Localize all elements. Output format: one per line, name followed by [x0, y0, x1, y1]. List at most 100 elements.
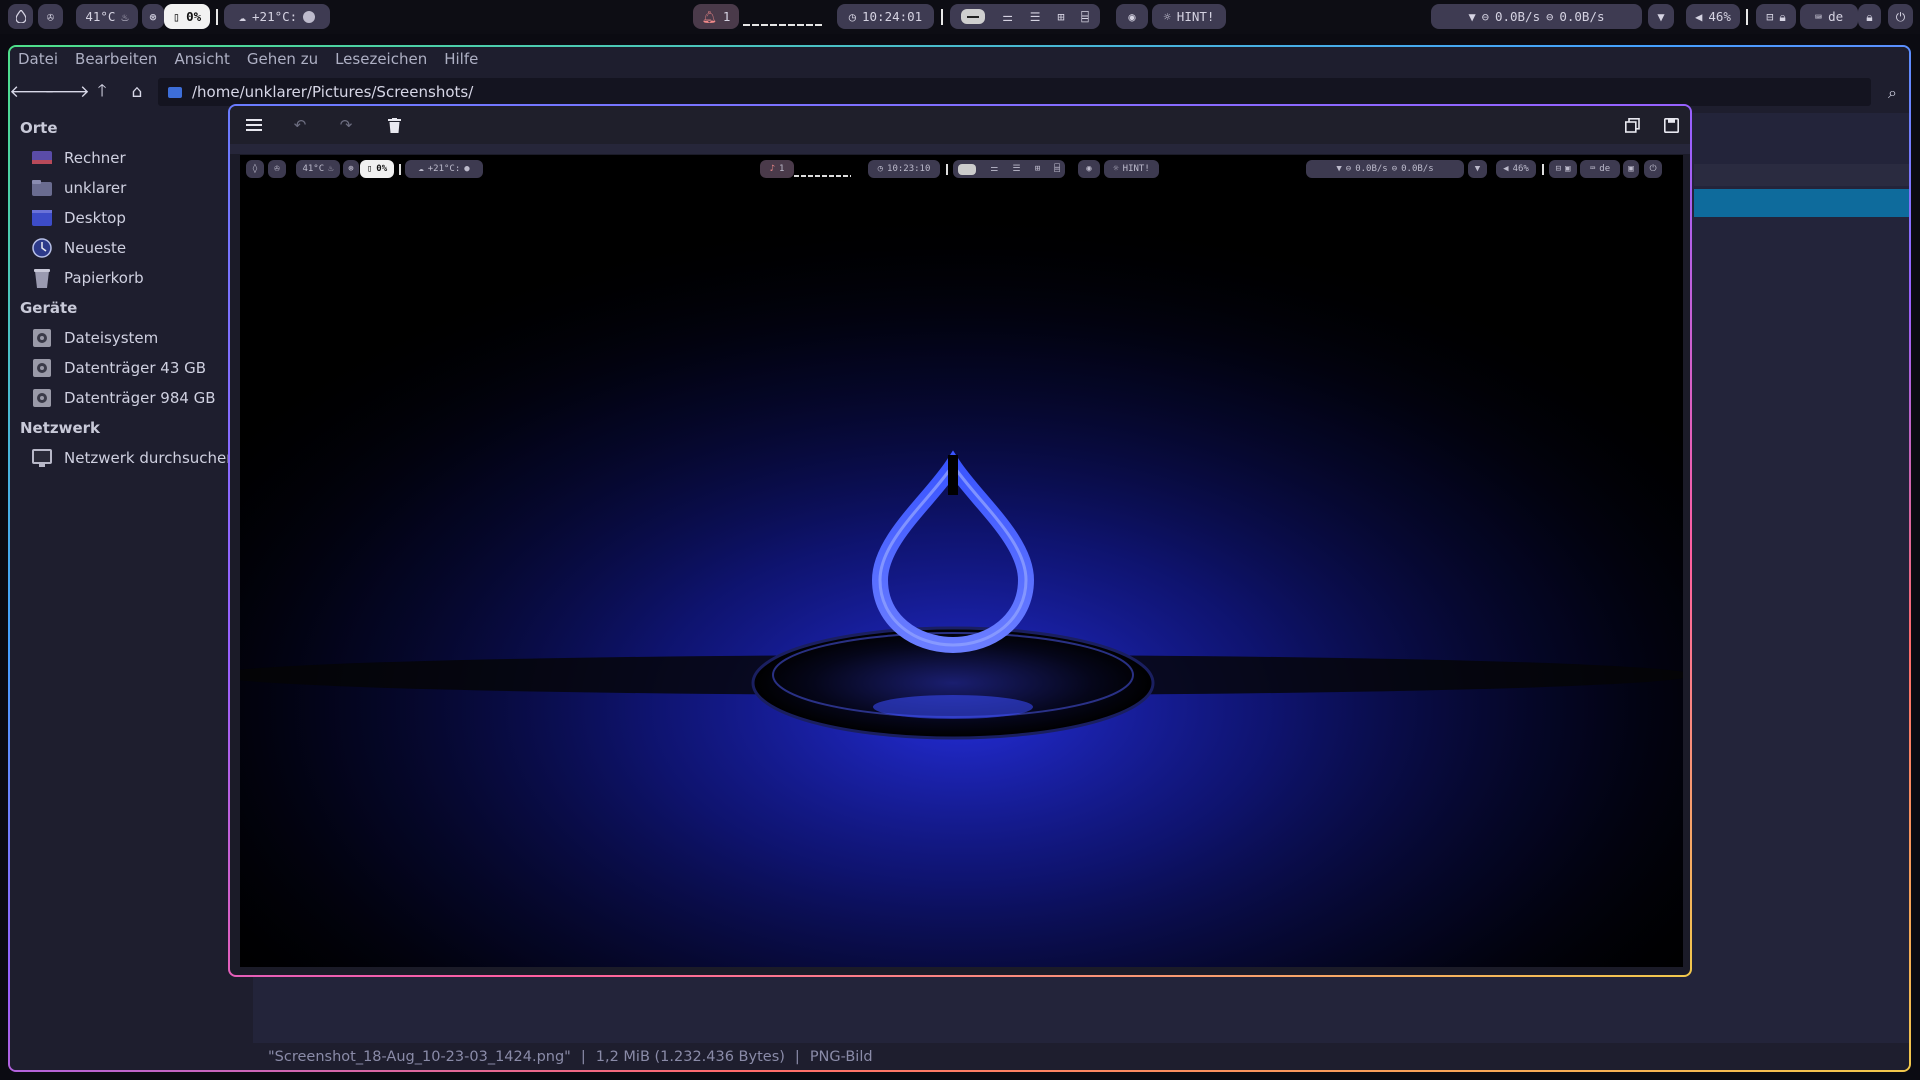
gamepad-icon[interactable]: ✇: [38, 4, 63, 29]
undo-icon[interactable]: ↶: [286, 113, 314, 137]
home-folder-icon: [32, 179, 52, 197]
sidebar-item-rechner[interactable]: Rechner: [10, 143, 253, 173]
layout-switcher[interactable]: ⚌ ☰ ⊞ ⌸: [950, 4, 1100, 29]
sidebar-item-datentraeger-984[interactable]: Datenträger 984 GB: [10, 383, 253, 413]
forward-arrow-icon[interactable]: 🡒: [44, 77, 90, 107]
layout-grid-icon: ⊞: [1034, 164, 1041, 174]
recent-clock-icon: [32, 238, 52, 258]
eye-icon: ◉: [1078, 160, 1100, 178]
kb-layout-value: de: [1828, 9, 1844, 24]
up-arrow-icon[interactable]: 🡑: [85, 77, 119, 107]
notification-count: 1: [722, 9, 731, 24]
screen-lock-icon[interactable]: 🔒︎: [1858, 4, 1881, 29]
tray-lock-widget[interactable]: ⊟ 🔒︎: [1756, 4, 1796, 29]
menu-bearbeiten[interactable]: Bearbeiten: [75, 50, 157, 68]
layout-stack-icon: ⌸: [1054, 164, 1060, 174]
separator: [941, 9, 943, 25]
desktop-icon: [32, 209, 52, 227]
wifi-status-icon[interactable]: ▼: [1648, 4, 1674, 29]
weather-widget[interactable]: ☁ +21°C:: [224, 4, 330, 29]
redo-icon[interactable]: ↷: [332, 113, 360, 137]
hamburger-menu-icon[interactable]: [240, 113, 268, 137]
keyboard-icon: ⌨: [1814, 9, 1823, 24]
clock-widget[interactable]: ◷ 10:24:01: [837, 4, 934, 29]
hint-widget[interactable]: ☼ HINT!: [1152, 4, 1226, 29]
location-bar[interactable]: /home/unklarer/Pictures/Screenshots/: [158, 78, 1871, 106]
network-widget[interactable]: ▼ ⊖ 0.0B/s ⊖ 0.0B/s: [1431, 4, 1642, 29]
sidebar-item-neueste[interactable]: Neueste: [10, 233, 253, 263]
droplet-icon[interactable]: [8, 4, 33, 29]
separator: [399, 164, 401, 175]
layout-rows-icon: ☰: [1012, 164, 1021, 174]
selected-file-row[interactable]: [1694, 189, 1909, 217]
power-icon[interactable]: ⏻: [1888, 4, 1913, 29]
volume-widget[interactable]: ◀ 46%: [1686, 4, 1740, 29]
mini-clock: ◷ 10:23:10: [868, 160, 940, 178]
layout-grid-icon[interactable]: ⊞: [1057, 11, 1064, 23]
mini-hint: ☼ HINT!: [1104, 160, 1159, 178]
keyboard-layout-widget[interactable]: ⌨ de: [1800, 4, 1858, 29]
sidebar-item-label: Netzwerk durchsuchen: [64, 449, 236, 467]
wifi-icon: ▼: [1336, 164, 1342, 174]
status-bar: "Screenshot_18-Aug_10-23-03_1424.png" | …: [10, 1043, 1909, 1070]
mini-weather: ☁ +21°C: ●: [405, 160, 483, 178]
save-icon[interactable]: [1657, 113, 1685, 137]
mini-clock-value: 10:23:10: [887, 164, 931, 174]
search-icon[interactable]: ⌕: [1888, 83, 1897, 103]
sidebar: Orte Rechner unklarer Desktop Neueste Pa…: [10, 113, 253, 1043]
menu-datei[interactable]: Datei: [18, 50, 58, 68]
cpu-temp-widget[interactable]: 41°C ♨: [76, 4, 138, 29]
wallpaper-image: [240, 155, 1683, 967]
layout-stack-icon[interactable]: ⌸: [1081, 11, 1088, 23]
layout-active-icon[interactable]: [961, 9, 986, 24]
sidebar-item-datentraeger-43[interactable]: Datenträger 43 GB: [10, 353, 253, 383]
viewer-toolbar: ↶ ↷: [230, 106, 1690, 144]
sidebar-item-network-browse[interactable]: Netzwerk durchsuchen: [10, 443, 253, 473]
cpu-icon[interactable]: ⊛: [142, 4, 164, 29]
cloud-icon: ☁: [418, 164, 424, 174]
net-down-value: 0.0B/s: [1494, 9, 1541, 24]
flame-icon: ♨: [328, 164, 334, 174]
download-icon: ⊖: [1345, 164, 1352, 174]
notification-widget[interactable]: 🔔︎ 1: [693, 4, 739, 29]
sidebar-item-unklarer[interactable]: unklarer: [10, 173, 253, 203]
cpu-usage-widget[interactable]: ▯ 0%: [164, 4, 210, 29]
layout-rows-icon[interactable]: ☰: [1030, 11, 1041, 23]
mini-weather-value: +21°C:: [427, 164, 461, 174]
menu-bar: Datei Bearbeiten Ansicht Gehen zu Leseze…: [10, 47, 1909, 71]
bell-icon: 🔔︎: [701, 9, 717, 24]
net-up-value: 0.0B/s: [1559, 9, 1605, 24]
sidebar-item-label: unklarer: [64, 179, 127, 197]
eye-icon[interactable]: ◉: [1116, 4, 1148, 29]
location-path[interactable]: /home/unklarer/Pictures/Screenshots/: [192, 83, 473, 101]
bulb-icon: ☼: [1163, 9, 1171, 24]
menu-lesezeichen[interactable]: Lesezeichen: [335, 50, 427, 68]
mini-cpu-usage-value: 0%: [376, 164, 388, 174]
menu-ansicht[interactable]: Ansicht: [174, 50, 229, 68]
layout-active-icon: [958, 163, 977, 175]
copy-icon[interactable]: [1618, 113, 1646, 137]
menu-hilfe[interactable]: Hilfe: [444, 50, 478, 68]
screenshot-preview[interactable]: ◊ ✇ 41°C ♨ ⊛ ▯ 0% ☁ +21°C: ● ♪ 1 ◷ 10:23:10: [240, 155, 1683, 967]
mini-net-up: 0.0B/s: [1401, 164, 1434, 174]
mini-network: ▼ ⊖ 0.0B/s ⊖ 0.0B/s: [1306, 160, 1464, 178]
flame-icon: ♨: [121, 9, 129, 24]
separator: [946, 164, 948, 175]
menu-gehen-zu[interactable]: Gehen zu: [247, 50, 318, 68]
sidebar-item-desktop[interactable]: Desktop: [10, 203, 253, 233]
sidebar-item-dateisystem[interactable]: Dateisystem: [10, 323, 253, 353]
speaker-icon: ◀: [1503, 164, 1509, 174]
home-icon[interactable]: ⌂: [120, 77, 154, 107]
sidebar-item-papierkorb[interactable]: Papierkorb: [10, 263, 253, 293]
mini-volume-value: 46%: [1512, 164, 1529, 174]
delete-trash-icon[interactable]: [380, 113, 408, 137]
sidebar-item-label: Dateisystem: [64, 329, 159, 347]
screenshot-viewer-window: ↶ ↷ ◊ ✇ 41°C ♨ ⊛ ▯ 0% ☁ +21°C: ● ♪ 1 ◷ 1…: [228, 104, 1692, 977]
workspace-indicator: [794, 175, 851, 177]
keyboard-icon: ⌨: [1589, 164, 1596, 174]
battery-icon: ▯: [172, 9, 181, 24]
screen-lock-icon: ▣: [1623, 160, 1639, 178]
mini-net-down: 0.0B/s: [1355, 164, 1388, 174]
sidebar-item-label: Neueste: [64, 239, 127, 257]
layout-columns-icon[interactable]: ⚌: [1002, 11, 1013, 23]
